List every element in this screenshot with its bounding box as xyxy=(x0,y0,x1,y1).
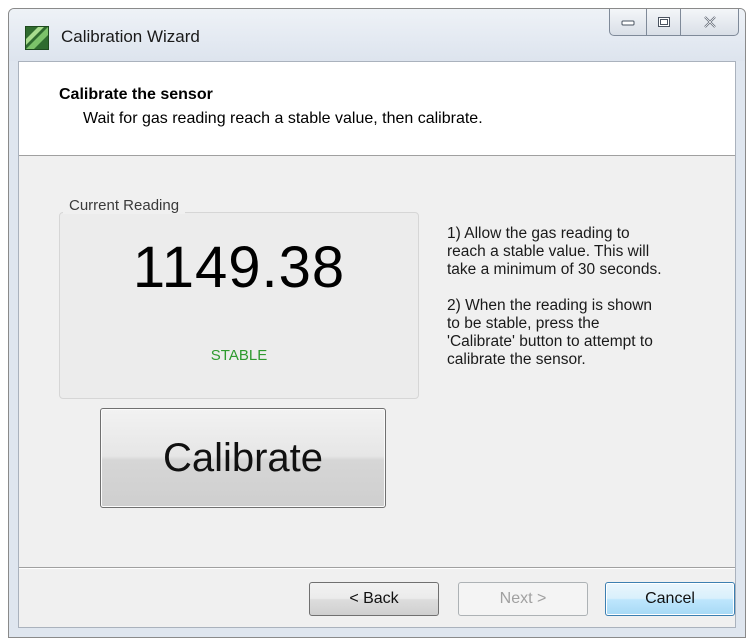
maximize-icon xyxy=(657,17,670,27)
window-title: Calibration Wizard xyxy=(61,27,200,46)
calibration-wizard-window: Calibration Wizard Calibrate the sensor … xyxy=(8,8,746,638)
maximize-button[interactable] xyxy=(647,9,681,36)
reading-status: STABLE xyxy=(210,347,268,364)
instruction-step-2: 2) When the reading is shown to be stabl… xyxy=(447,297,653,368)
reading-value: 1149.38 xyxy=(132,235,346,300)
cancel-button[interactable]: Cancel xyxy=(605,582,735,616)
close-button[interactable] xyxy=(681,9,739,36)
page-title: Calibrate the sensor xyxy=(59,86,213,103)
page-subtitle: Wait for gas reading reach a stable valu… xyxy=(83,110,483,127)
caption-buttons xyxy=(609,9,739,39)
current-reading-label: Current Reading xyxy=(63,197,186,214)
wizard-header: Calibrate the sensor Wait for gas readin… xyxy=(19,62,735,156)
minimize-icon xyxy=(621,20,635,26)
title-bar[interactable]: Calibration Wizard xyxy=(9,9,745,61)
next-button[interactable]: Next > xyxy=(458,582,588,616)
calibrate-button[interactable]: Calibrate xyxy=(100,408,386,508)
minimize-button[interactable] xyxy=(609,9,647,36)
close-icon xyxy=(703,16,716,28)
instructions: 1) Allow the gas reading to reach a stab… xyxy=(447,225,737,387)
footer-separator xyxy=(19,567,735,569)
wizard-client-area: Calibrate the sensor Wait for gas readin… xyxy=(18,61,736,628)
back-button[interactable]: < Back xyxy=(309,582,439,616)
app-icon xyxy=(25,26,49,50)
instruction-step-1: 1) Allow the gas reading to reach a stab… xyxy=(447,225,662,278)
